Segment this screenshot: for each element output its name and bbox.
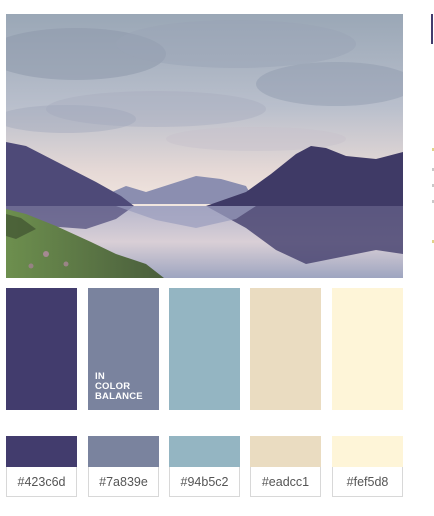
edge-accent-bar: [431, 14, 433, 44]
brand-watermark: IN COLOR BALANCE: [95, 372, 143, 402]
color-swatch-small: [6, 436, 77, 467]
color-swatch-large: [250, 288, 321, 410]
color-swatch-small: [169, 436, 240, 467]
color-swatch-large: IN COLOR BALANCE: [88, 288, 159, 410]
hex-code-label: #423c6d: [6, 467, 77, 497]
color-swatch-large: [6, 288, 77, 410]
color-swatch-large: [332, 288, 403, 410]
hex-code-label: #eadcc1: [250, 467, 321, 497]
color-swatch-small: [332, 436, 403, 467]
color-swatch-small: [250, 436, 321, 467]
color-swatch-small: [88, 436, 159, 467]
hex-code-label: #94b5c2: [169, 467, 240, 497]
hex-code-label: #fef5d8: [332, 467, 403, 497]
color-swatch-large: [169, 288, 240, 410]
landscape-photo: [6, 14, 403, 278]
hex-code-label: #7a839e: [88, 467, 159, 497]
brand-line: BALANCE: [95, 391, 143, 402]
